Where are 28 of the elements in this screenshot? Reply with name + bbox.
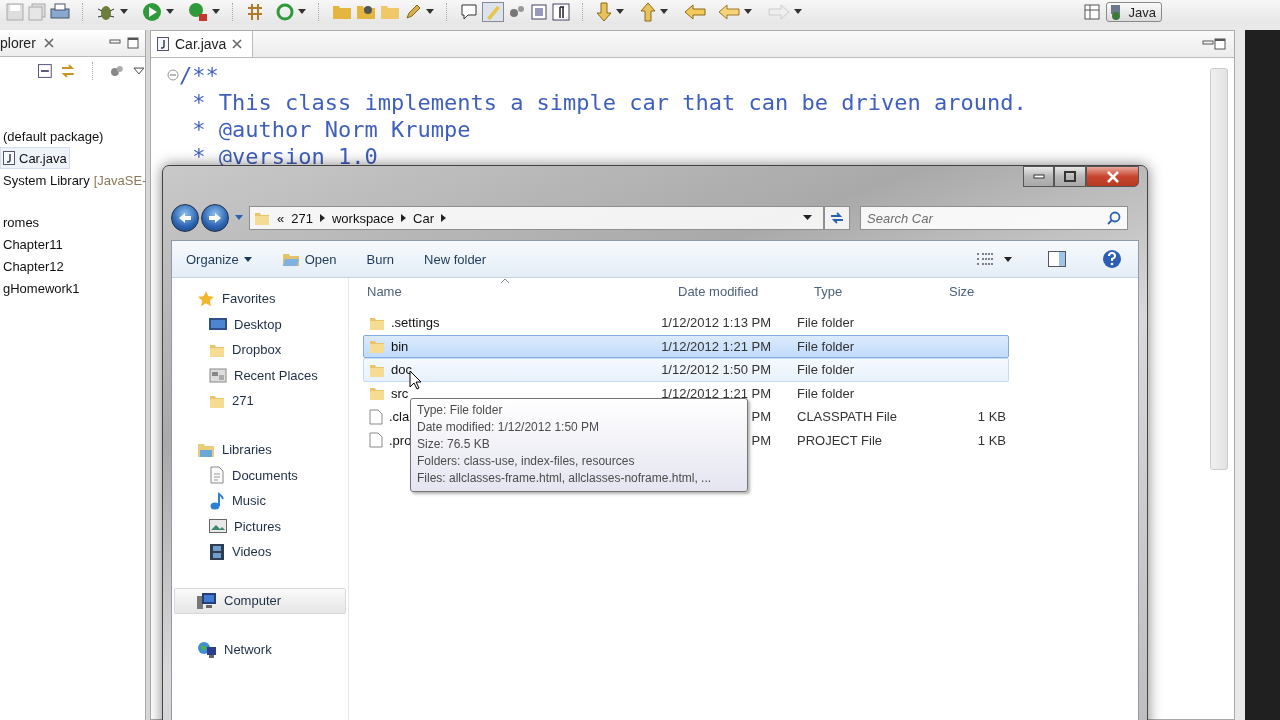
tooltip-line: Date modified: 1/12/2012 1:50 PM (417, 419, 601, 436)
file-type: File folder (797, 338, 856, 354)
code-line: /** (179, 62, 219, 89)
file-date: 1/12/2012 1:21 PM (661, 338, 771, 354)
file-type: CLASSPATH File (797, 409, 898, 425)
tooltip-line: Files: allclasses-frame.html, allclasses-noframe.html, ... (417, 470, 713, 487)
tooltip-line: Type: File folder (417, 402, 504, 419)
file-size: 1 KB (976, 432, 1006, 448)
file-size: 1 KB (976, 409, 1006, 425)
file-type: File folder (797, 362, 856, 378)
code-line: * @version 1.0 (191, 143, 378, 170)
file-type: File folder (797, 315, 856, 331)
file-name: bin (391, 338, 409, 354)
code-line: * @author Norm Krumpe (191, 116, 471, 143)
file-type: File folder (797, 385, 856, 401)
file-type: PROJECT File (797, 432, 883, 448)
file-name: .settings (391, 315, 440, 331)
file-name: src (391, 385, 409, 401)
code-line: * This class implements a simple car that can be driven around. (191, 89, 1027, 116)
file-date: 1/12/2012 1:13 PM (661, 315, 771, 331)
file-date: PM (750, 432, 771, 448)
file-date: PM (750, 409, 771, 425)
file-name: .cla (389, 409, 410, 425)
file-date: 1/12/2012 1:50 PM (661, 362, 771, 378)
file-name: doc (391, 362, 412, 378)
file-date: 1/12/2012 1:21 PM (661, 385, 771, 401)
tooltip-line: Size: 76.5 KB (417, 436, 491, 453)
tooltip-line: Folders: class-use, index-files, resources (417, 453, 636, 470)
